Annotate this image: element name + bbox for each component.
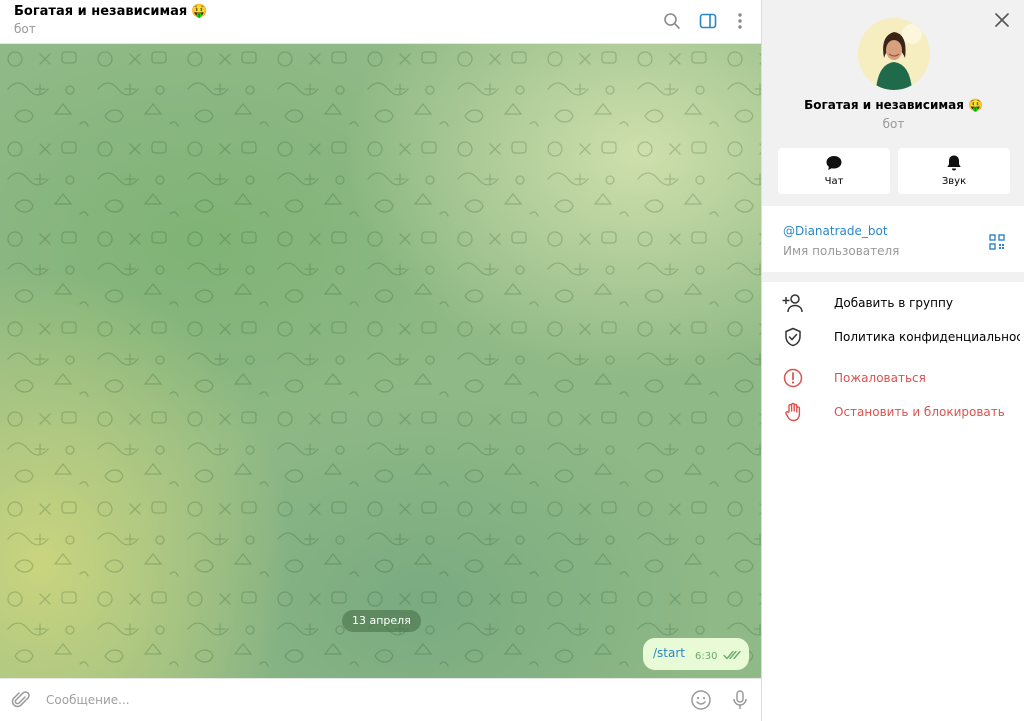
date-separator: 13 апреля [342, 610, 421, 632]
close-icon[interactable] [990, 8, 1014, 32]
bell-icon [898, 154, 1010, 172]
chat-area: Богатая и независимая 🤑 бот 13 апреля /s… [0, 0, 761, 721]
username-caption: Имя пользователя [783, 244, 900, 258]
chat-button[interactable]: Чат [778, 148, 890, 194]
emoji-icon[interactable] [688, 687, 714, 713]
microphone-icon[interactable] [727, 687, 753, 713]
sound-button-label: Звук [941, 176, 967, 187]
chat-button-label: Чат [824, 176, 844, 187]
chat-header[interactable]: Богатая и независимая 🤑 бот [0, 0, 761, 44]
message-input[interactable] [46, 689, 666, 711]
chat-title[interactable]: Богатая и независимая 🤑 [14, 4, 207, 19]
chat-title-emoji: 🤑 [191, 4, 208, 19]
add-to-group-item[interactable]: Добавить в группу [762, 287, 1024, 319]
more-vertical-icon[interactable] [728, 9, 752, 33]
profile-name: Богатая и независимая 🤑 [762, 98, 1024, 112]
privacy-policy-label: Политика конфиденциальност... [834, 330, 1020, 344]
add-to-group-label: Добавить в группу [834, 296, 953, 310]
stop-and-block-item[interactable]: Остановить и блокировать [762, 396, 1024, 428]
search-icon[interactable] [660, 9, 684, 33]
profile-name-text: Богатая и независимая [804, 98, 964, 112]
chat-subtitle: бот [14, 22, 36, 36]
alert-circle-icon [782, 367, 804, 389]
privacy-policy-item[interactable]: Политика конфиденциальност... [762, 321, 1024, 353]
message-text[interactable]: /start [653, 646, 685, 660]
chat-title-text: Богатая и независимая [14, 4, 188, 19]
sound-button[interactable]: Звук [898, 148, 1010, 194]
qr-code-icon[interactable] [987, 232, 1007, 252]
doodle-pattern [0, 44, 761, 678]
message-bubble[interactable]: /start 6:30 [643, 638, 749, 670]
avatar[interactable] [858, 18, 930, 90]
report-label: Пожаловаться [834, 371, 926, 385]
attach-icon[interactable] [8, 687, 34, 713]
double-check-icon [723, 650, 741, 660]
report-item[interactable]: Пожаловаться [762, 362, 1024, 394]
message-composer [0, 678, 761, 721]
username-block: @Dianatrade_bot Имя пользователя [762, 212, 1024, 272]
profile-header: Богатая и независимая 🤑 бот Чат Звук [762, 0, 1024, 206]
profile-subtitle: бот [882, 117, 905, 131]
profile-panel: Богатая и независимая 🤑 бот Чат Звук @Dia… [761, 0, 1024, 721]
profile-name-emoji: 🤑 [967, 98, 983, 112]
chat-bubble-icon [778, 154, 890, 172]
username-link[interactable]: @Dianatrade_bot [783, 224, 888, 238]
chat-background: 13 апреля /start 6:30 [0, 44, 761, 678]
add-user-icon [782, 292, 804, 314]
section-divider [762, 272, 1024, 282]
shield-check-icon [782, 326, 804, 348]
message-time: 6:30 [695, 651, 718, 662]
stop-and-block-label: Остановить и блокировать [834, 405, 1005, 419]
sidebar-toggle-icon[interactable] [696, 9, 720, 33]
hand-stop-icon [782, 401, 804, 423]
